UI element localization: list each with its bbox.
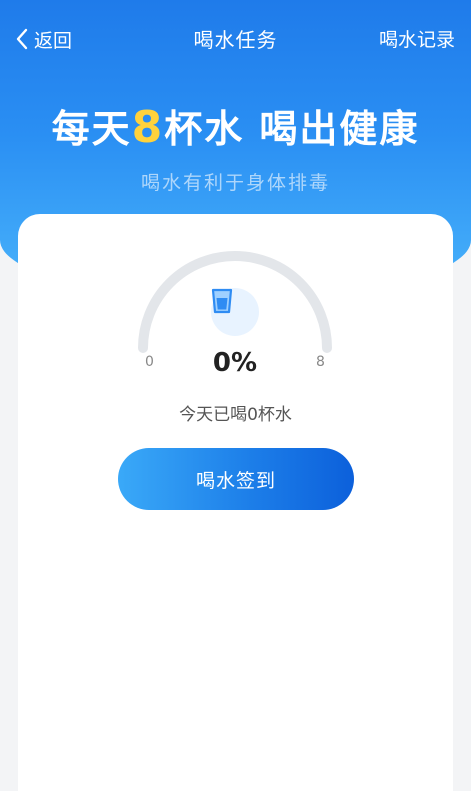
- progress-gauge: 0 8 0%: [135, 248, 335, 388]
- slogan: 每天8杯水 喝出健康: [0, 98, 471, 153]
- drink-checkin-button[interactable]: 喝水签到: [118, 448, 354, 510]
- cup-badge: [211, 288, 259, 336]
- slogan-number: 8: [131, 102, 165, 153]
- subtitle: 喝水有利于身体排毒: [140, 172, 330, 194]
- slogan-suffix: 杯水 喝出健康: [164, 107, 420, 151]
- progress-percent: 0%: [212, 348, 258, 378]
- drink-status-text: 今天已喝0杯水: [179, 405, 292, 425]
- nav-bar: 返回 喝水任务 喝水记录: [0, 0, 471, 76]
- drink-record-link[interactable]: 喝水记录: [379, 25, 455, 52]
- drink-task-screen: 返回 喝水任务 喝水记录 每天8杯水 喝出健康 喝水有利于身体排毒 0 8 0%…: [0, 0, 471, 791]
- slogan-prefix: 每天: [51, 107, 132, 151]
- progress-card: 0 8 0% 今天已喝0杯水 喝水签到: [18, 214, 453, 791]
